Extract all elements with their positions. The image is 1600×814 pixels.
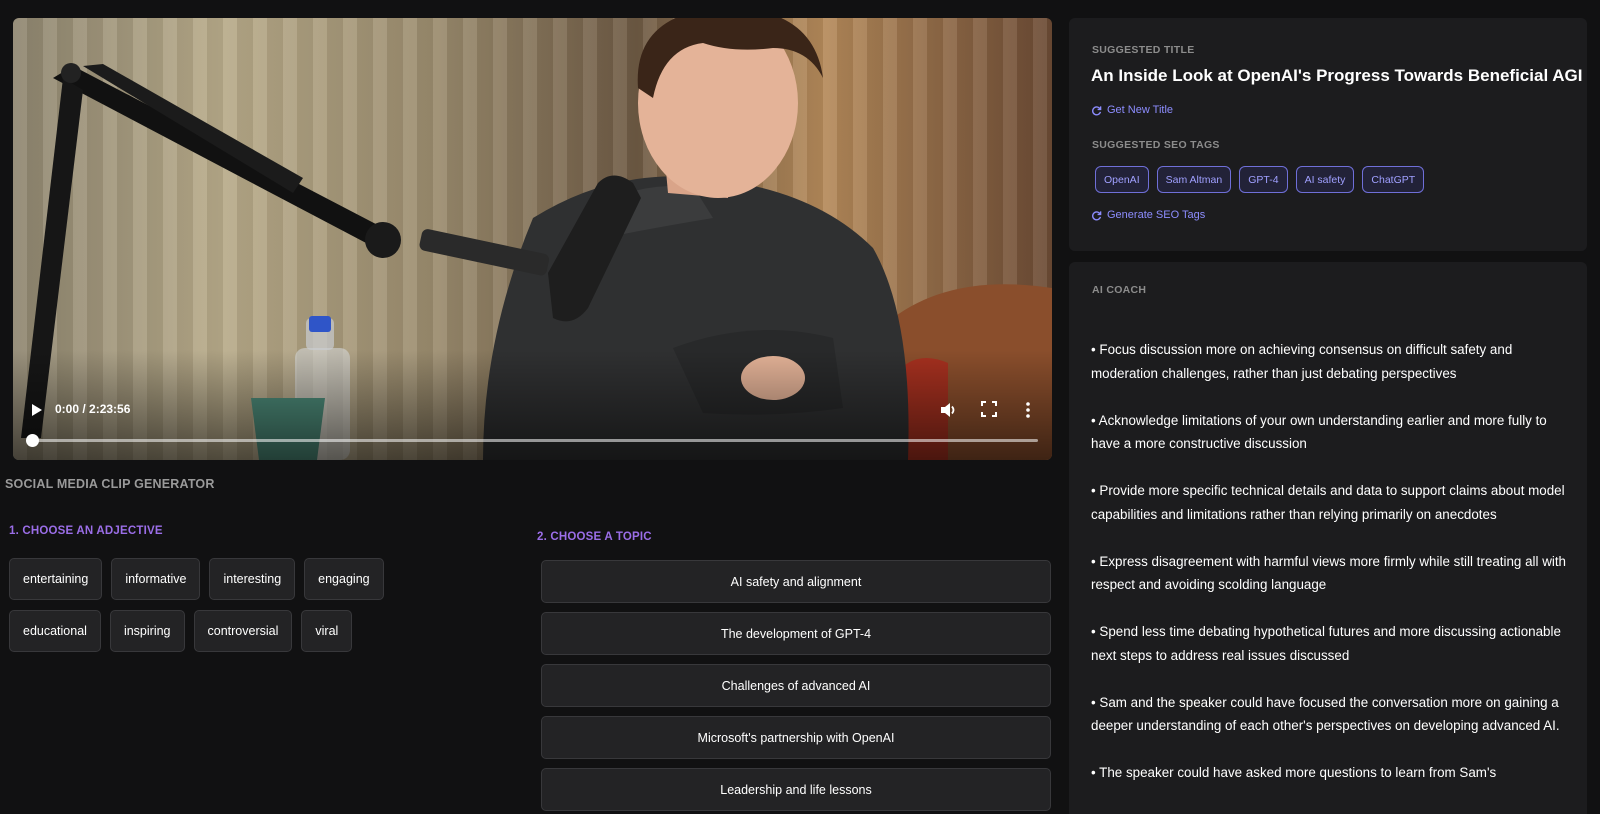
ai-coach-panel: AI COACH • Focus discussion more on achi…	[1069, 262, 1587, 814]
topic-button[interactable]: AI safety and alignment	[541, 560, 1051, 603]
adjective-button[interactable]: controversial	[193, 610, 293, 652]
topic-button[interactable]: The development of GPT-4	[541, 612, 1051, 655]
coach-feedback-list: • Focus discussion more on achieving con…	[1091, 338, 1571, 808]
video-progress-bar[interactable]	[33, 439, 1038, 442]
ai-coach-label: AI COACH	[1092, 284, 1147, 296]
coach-item: • Sam and the speaker could have focused…	[1091, 694, 1560, 734]
coach-item: • Acknowledge limitations of your own un…	[1091, 412, 1547, 452]
choose-topic-label: 2. CHOOSE A TOPIC	[537, 531, 652, 543]
generate-seo-tags-button[interactable]: Generate SEO Tags	[1091, 209, 1205, 221]
coach-item: • The speaker could have asked more ques…	[1091, 765, 1497, 781]
suggestions-panel: SUGGESTED TITLE An Inside Look at OpenAI…	[1069, 18, 1587, 251]
clip-generator-title: SOCIAL MEDIA CLIP GENERATOR	[5, 477, 215, 491]
seo-tag[interactable]: GPT-4	[1239, 166, 1288, 193]
adjective-button[interactable]: entertaining	[9, 558, 103, 600]
suggested-seo-label: SUGGESTED SEO TAGS	[1092, 139, 1220, 151]
refresh-icon	[1092, 210, 1102, 220]
coach-item: • Express disagreement with harmful view…	[1091, 553, 1567, 593]
refresh-icon	[1092, 105, 1102, 115]
seo-tag[interactable]: Sam Altman	[1156, 166, 1232, 193]
adjective-options: entertaining informative interesting eng…	[9, 558, 409, 652]
fullscreen-icon[interactable]	[980, 400, 998, 418]
video-controls-overlay	[13, 350, 1052, 460]
topic-button[interactable]: Microsoft's partnership with OpenAI	[541, 716, 1051, 759]
video-player[interactable]: 0:00 / 2:23:56	[13, 18, 1052, 460]
adjective-button[interactable]: educational	[9, 610, 101, 652]
topic-button[interactable]: Challenges of advanced AI	[541, 664, 1051, 707]
video-time: 0:00 / 2:23:56	[55, 402, 131, 416]
coach-item: • Focus discussion more on achieving con…	[1091, 342, 1513, 381]
coach-item: • Spend less time debating hypothetical …	[1091, 624, 1561, 663]
play-icon[interactable]	[27, 401, 45, 419]
topic-button[interactable]: Leadership and life lessons	[541, 768, 1051, 811]
generate-seo-tags-label: Generate SEO Tags	[1107, 209, 1206, 221]
seo-tag[interactable]: AI safety	[1295, 166, 1355, 193]
choose-adjective-label: 1. CHOOSE AN ADJECTIVE	[9, 525, 163, 537]
suggested-title-label: SUGGESTED TITLE	[1092, 44, 1195, 56]
adjective-button[interactable]: engaging	[304, 558, 384, 600]
coach-item: • Provide more specific technical detail…	[1091, 483, 1565, 522]
volume-icon[interactable]	[938, 400, 958, 420]
adjective-button[interactable]: informative	[111, 558, 201, 600]
get-new-title-button[interactable]: Get New Title	[1091, 104, 1173, 116]
seo-tags: OpenAI Sam Altman GPT-4 AI safety ChatGP…	[1095, 166, 1425, 193]
adjective-button[interactable]: inspiring	[109, 610, 185, 652]
seo-tag[interactable]: ChatGPT	[1362, 166, 1425, 193]
topic-options: AI safety and alignment The development …	[541, 560, 1051, 811]
video-scrubber-handle[interactable]	[26, 434, 39, 447]
adjective-button[interactable]: interesting	[209, 558, 296, 600]
adjective-button[interactable]: viral	[301, 610, 353, 652]
seo-tag[interactable]: OpenAI	[1095, 166, 1149, 193]
suggested-title: An Inside Look at OpenAI's Progress Towa…	[1091, 66, 1583, 85]
more-options-icon[interactable]	[1019, 400, 1037, 420]
get-new-title-label: Get New Title	[1107, 104, 1174, 116]
